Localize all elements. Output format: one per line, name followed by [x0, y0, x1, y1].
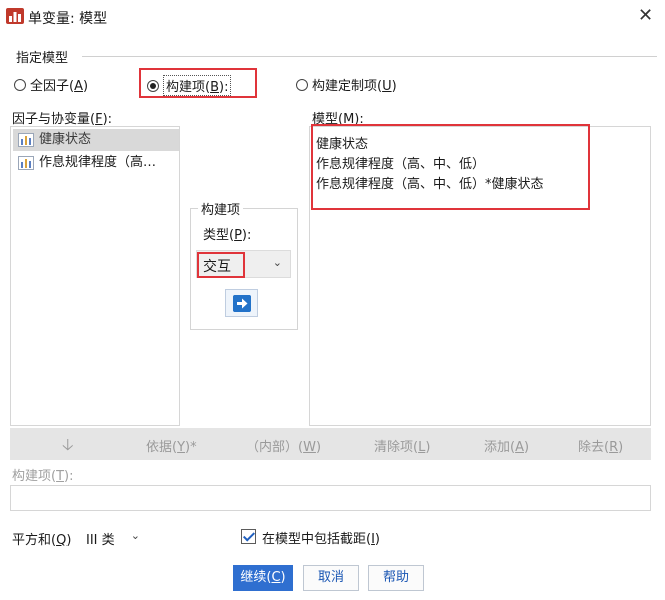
arrow-right-icon [233, 295, 251, 312]
type-label: 类型(P): [203, 228, 252, 243]
help-button[interactable]: 帮助 [368, 565, 424, 591]
sum-of-squares-label: 平方和(Q) [12, 533, 72, 548]
include-intercept-label[interactable]: 在模型中包括截距(I) [262, 528, 380, 547]
sum-of-squares-dropdown[interactable]: III 类 ⌄ [82, 525, 146, 549]
term-toolbar: 🡣 依据(Y)* （内部）(W) 清除项(L) 添加(A) 除去(R) [10, 428, 651, 460]
continue-button[interactable]: 继续(C) [233, 565, 293, 591]
highlight-box [197, 252, 245, 278]
add-button[interactable]: 添加(A) [484, 436, 529, 455]
factors-covariates-list[interactable]: 健康状态 作息规律程度（高… [10, 126, 180, 426]
within-button[interactable]: （内部）(W) [246, 436, 321, 455]
build-terms-label: 构建项(T): [12, 469, 74, 484]
factor-label: 健康状态 [39, 132, 92, 147]
include-intercept-checkbox[interactable] [241, 529, 256, 544]
sum-of-squares-value: III 类 [86, 533, 115, 548]
spss-chart-icon [6, 8, 24, 24]
move-term-button[interactable] [225, 289, 258, 317]
nominal-variable-icon [18, 133, 34, 147]
window-title: 单变量: 模型 [28, 11, 108, 27]
arrow-down-icon[interactable]: 🡣 [62, 434, 74, 461]
cancel-button[interactable]: 取消 [303, 565, 359, 591]
clear-term-button[interactable]: 清除项(L) [374, 436, 430, 455]
highlight-box [311, 124, 590, 210]
radio-full-factorial[interactable]: 全因子(A) [14, 75, 88, 94]
list-item[interactable]: 健康状态 [13, 129, 179, 151]
radio-button-icon[interactable] [296, 79, 308, 91]
by-button[interactable]: 依据(Y)* [146, 436, 197, 455]
list-item[interactable]: 作息规律程度（高… [13, 152, 179, 174]
radio-build-custom-terms[interactable]: 构建定制项(U) [296, 75, 397, 94]
highlight-box [139, 68, 257, 98]
group-divider [82, 56, 657, 57]
factor-label: 作息规律程度（高… [39, 155, 157, 170]
nominal-variable-icon [18, 156, 34, 170]
remove-button[interactable]: 除去(R) [578, 436, 623, 455]
chevron-down-icon: ⌄ [272, 256, 282, 269]
close-icon[interactable]: ✕ [638, 5, 653, 26]
chevron-down-icon: ⌄ [130, 529, 140, 542]
radio-button-icon[interactable] [14, 79, 26, 91]
build-terms-input[interactable] [10, 485, 651, 511]
build-term-group-label: 构建项 [198, 199, 244, 218]
factors-covariates-label: 因子与协变量(F): [12, 112, 113, 127]
specify-model-label: 指定模型 [16, 51, 69, 66]
